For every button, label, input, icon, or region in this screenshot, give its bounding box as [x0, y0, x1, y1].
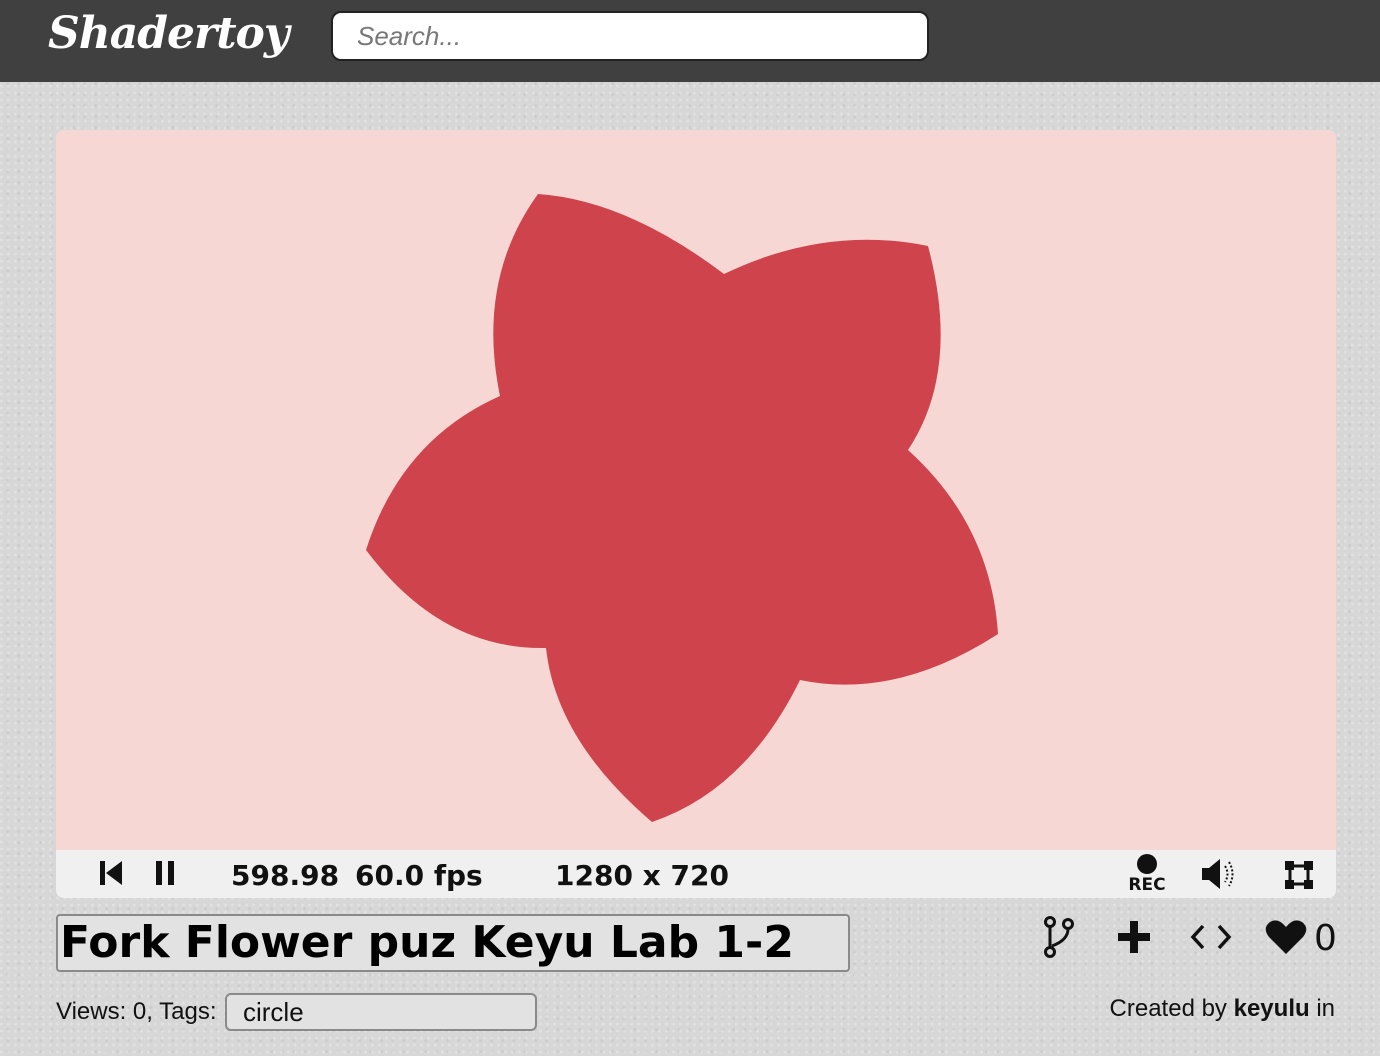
created-by-suffix: in: [1316, 995, 1335, 1022]
views-tags-label: Views: 0, Tags:: [56, 998, 217, 1025]
volume-icon[interactable]: [1200, 856, 1240, 892]
shader-canvas[interactable]: [56, 130, 1336, 850]
player-controls: 598.98 60.0 fps 1280 x 720 REC: [56, 850, 1336, 898]
flower-shape: [366, 194, 998, 822]
record-button[interactable]: REC: [1124, 853, 1170, 897]
rewind-icon[interactable]: [98, 859, 124, 887]
shader-player: 598.98 60.0 fps 1280 x 720 REC: [56, 130, 1336, 898]
like-count: 0: [1314, 918, 1337, 959]
fullscreen-icon[interactable]: [1284, 860, 1314, 890]
record-label: REC: [1128, 875, 1166, 895]
embed-code-icon[interactable]: [1189, 922, 1233, 952]
author-link[interactable]: keyulu: [1234, 995, 1310, 1022]
tags-field[interactable]: circle: [225, 993, 537, 1031]
fork-icon[interactable]: [1040, 914, 1078, 960]
record-dot-icon: [1137, 854, 1157, 874]
creator-line: Created by keyulu in: [1110, 995, 1335, 1023]
pause-icon[interactable]: [154, 859, 178, 887]
flower-render: [366, 194, 998, 822]
heart-icon[interactable]: [1264, 918, 1308, 956]
shadertoy-logo[interactable]: Shadertoy: [48, 8, 289, 59]
shader-title-field[interactable]: Fork Flower puz Keyu Lab 1-2: [56, 914, 850, 972]
add-icon[interactable]: [1117, 920, 1151, 954]
fps-readout: 60.0 fps: [355, 859, 483, 892]
top-bar: Shadertoy: [0, 0, 1380, 82]
search-input[interactable]: [331, 11, 929, 61]
time-readout: 598.98: [231, 859, 340, 892]
created-by-prefix: Created by: [1109, 995, 1227, 1022]
resolution-readout[interactable]: 1280 x 720: [555, 859, 729, 892]
